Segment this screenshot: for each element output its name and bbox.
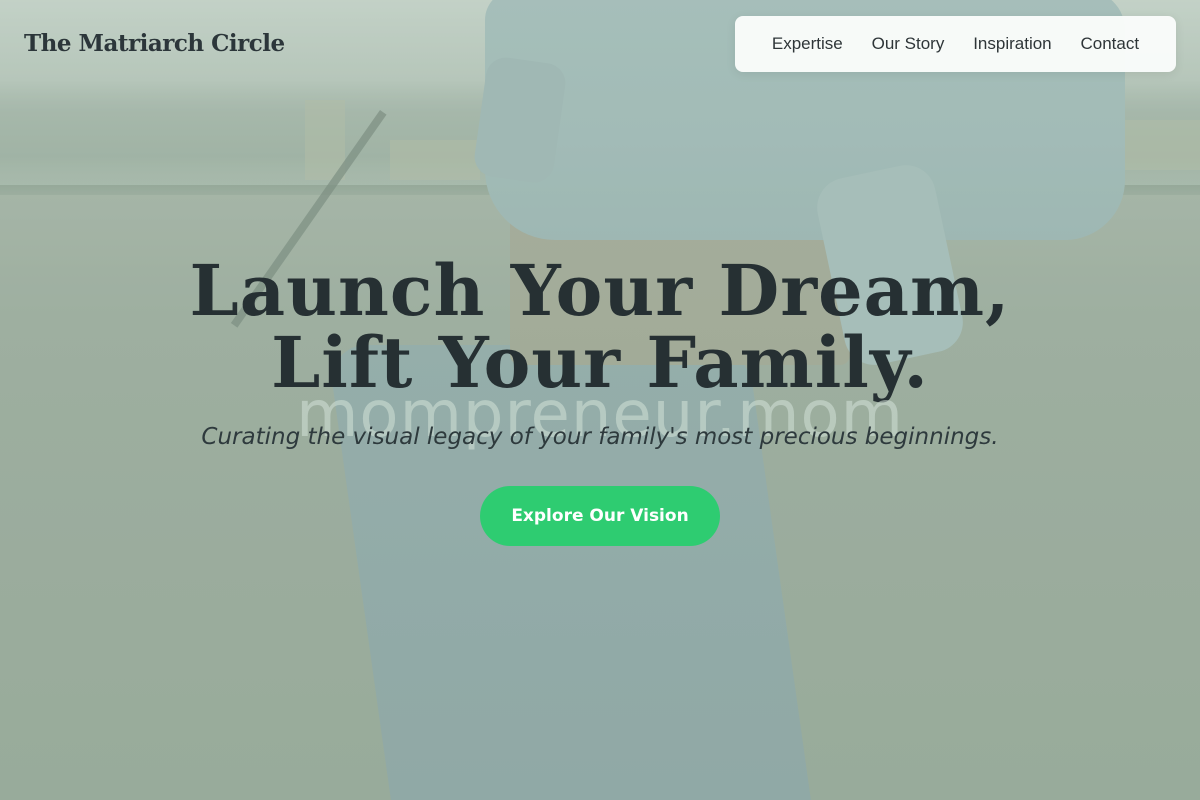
site-logo[interactable]: The Matriarch Circle: [24, 30, 285, 57]
nav-item-contact[interactable]: Contact: [1081, 34, 1140, 54]
hero-tagline: Curating the visual legacy of your famil…: [201, 424, 999, 450]
hero-headline-line1: Launch Your Dream,: [189, 249, 1011, 332]
main-nav: Expertise Our Story Inspiration Contact: [735, 16, 1176, 72]
explore-vision-button[interactable]: Explore Our Vision: [480, 486, 720, 546]
nav-item-inspiration[interactable]: Inspiration: [973, 34, 1051, 54]
nav-item-our-story[interactable]: Our Story: [872, 34, 945, 54]
nav-item-expertise[interactable]: Expertise: [772, 34, 843, 54]
